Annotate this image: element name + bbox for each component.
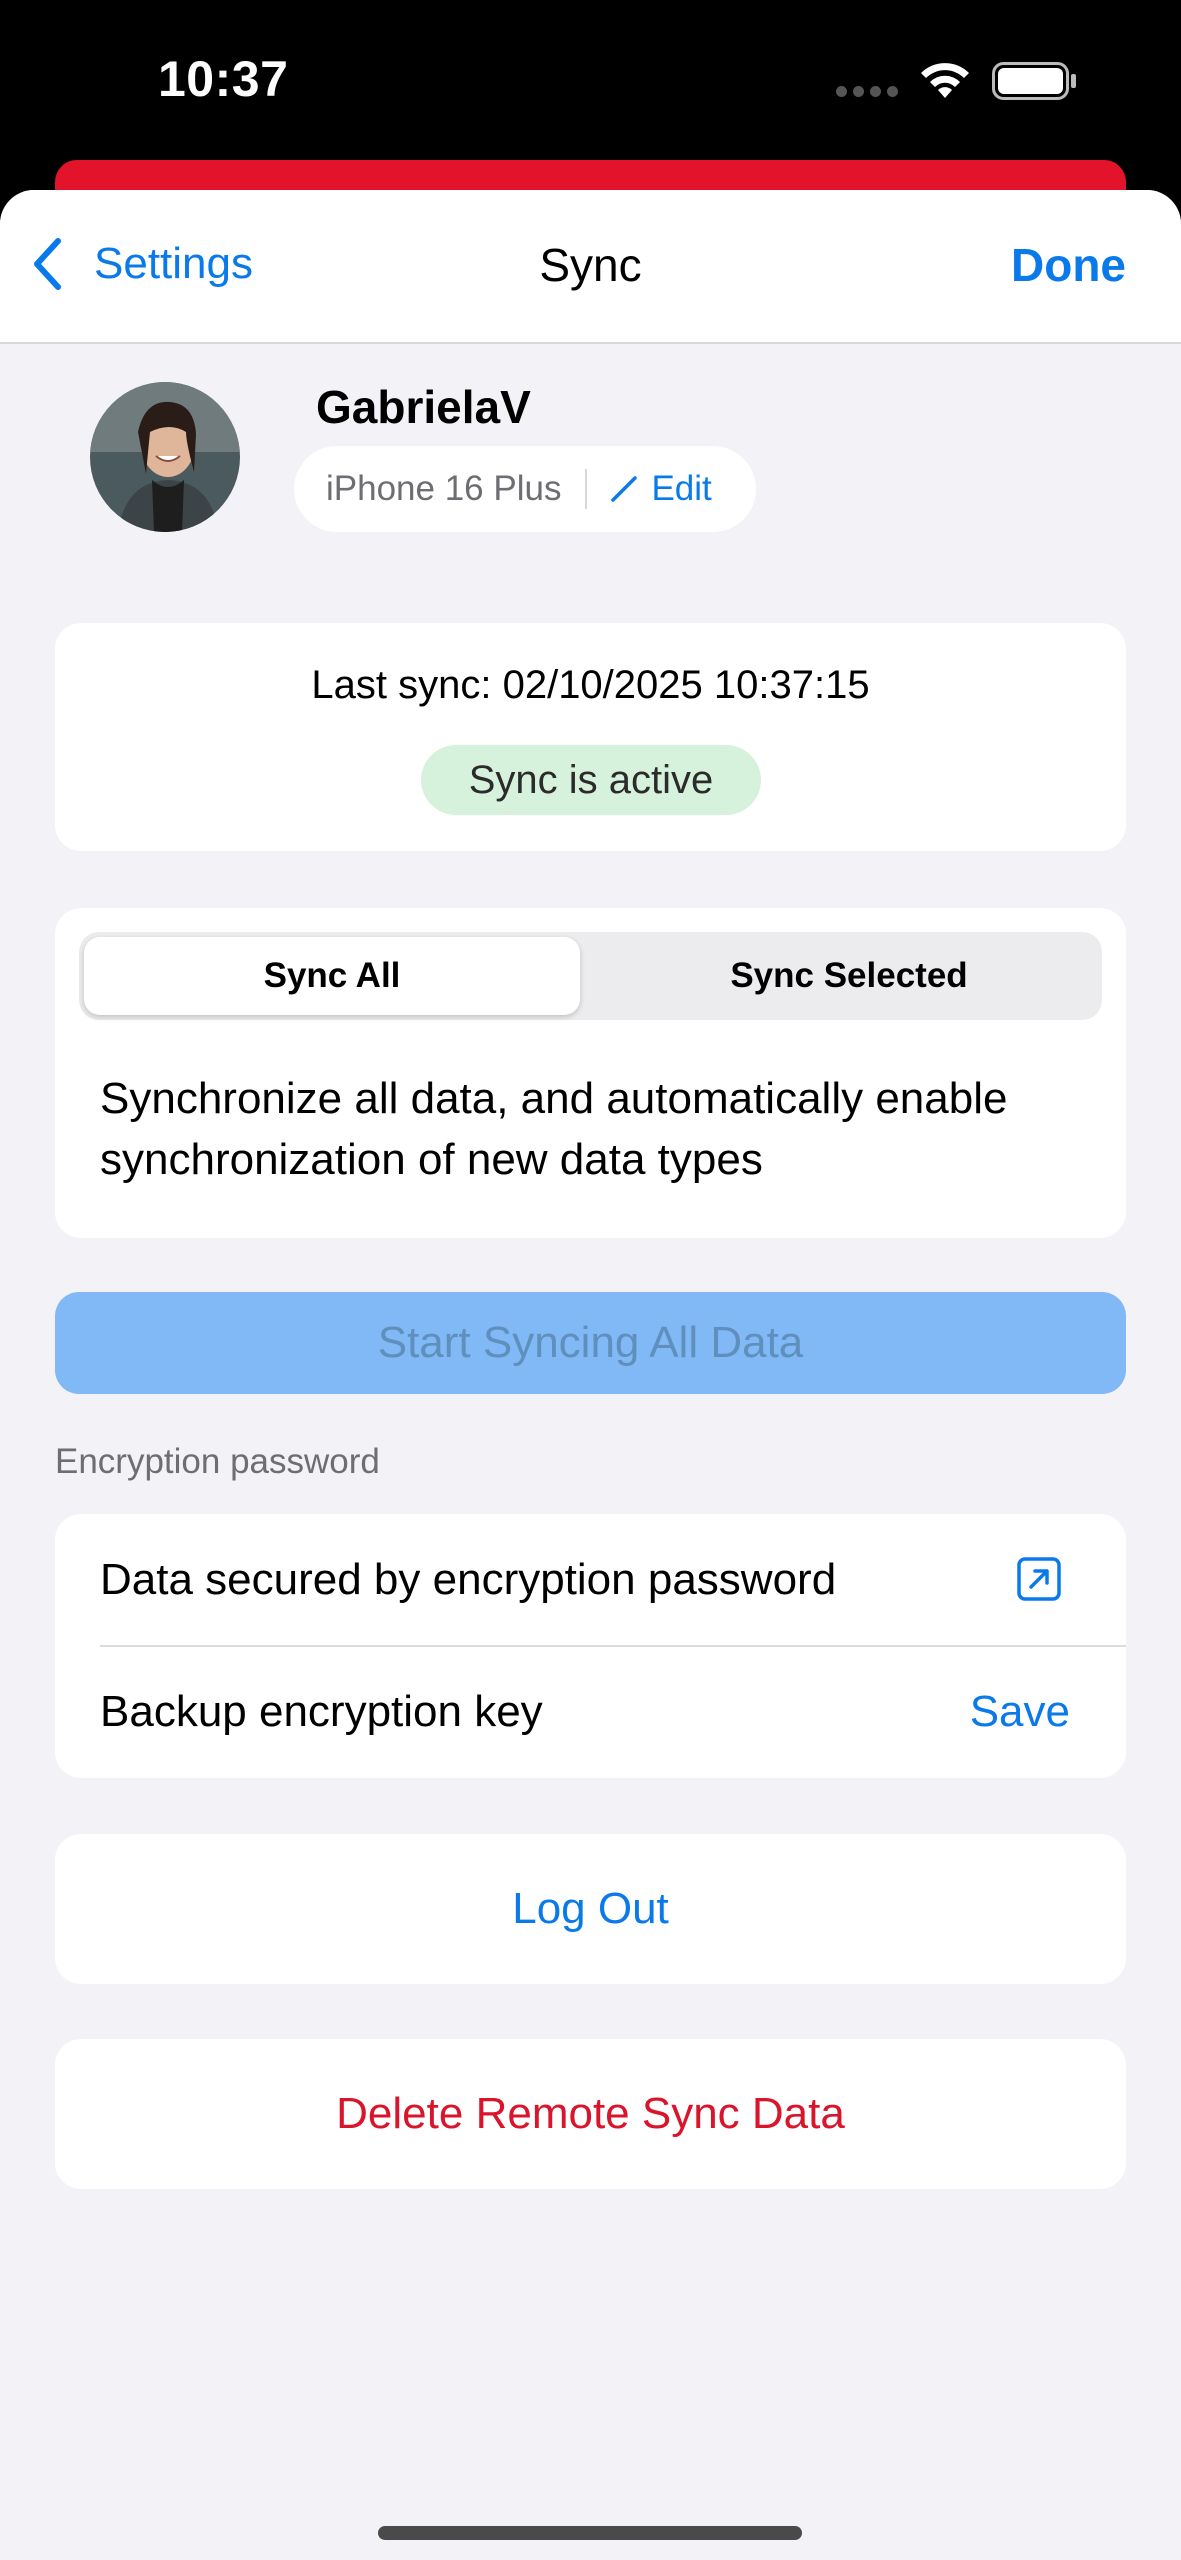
backup-key-label: Backup encryption key xyxy=(100,1687,543,1736)
edit-label: Edit xyxy=(651,469,712,508)
save-key-button[interactable]: Save xyxy=(970,1687,1070,1737)
status-badge: Sync is active xyxy=(421,745,761,815)
last-sync-text: Last sync: 02/10/2025 10:37:15 xyxy=(311,663,870,707)
home-indicator xyxy=(378,2526,802,2540)
done-button[interactable]: Done xyxy=(1011,238,1126,292)
sync-status-card: Last sync: 02/10/2025 10:37:15 Sync is a… xyxy=(55,623,1126,851)
log-out-button[interactable]: Log Out xyxy=(55,1834,1126,1984)
delete-remote-sync-data-button[interactable]: Delete Remote Sync Data xyxy=(55,2039,1126,2189)
external-link-icon[interactable] xyxy=(1016,1556,1062,1602)
sync-mode-card: Sync All Sync Selected Synchronize all d… xyxy=(55,908,1126,1238)
encryption-section-header: Encryption password xyxy=(55,1442,380,1481)
sync-sheet: Settings Sync Done GabrielaV iPhone 16 P… xyxy=(0,190,1181,2560)
sync-mode-description: Synchronize all data, and automatically … xyxy=(100,1074,1008,1184)
page-title: Sync xyxy=(539,239,642,291)
pencil-icon xyxy=(611,476,638,502)
start-syncing-button[interactable]: Start Syncing All Data xyxy=(55,1292,1126,1394)
device-name: iPhone 16 Plus xyxy=(326,469,562,508)
status-time: 10:37 xyxy=(158,51,289,107)
segment-sync-all[interactable]: Sync All xyxy=(84,937,580,1015)
navigation-bar: Settings Sync Done xyxy=(0,190,1181,344)
backup-key-row: Backup encryption key Save xyxy=(100,1646,1126,1778)
username: GabrielaV xyxy=(316,381,531,433)
edit-device-button[interactable]: Edit xyxy=(609,469,712,509)
cellular-signal-icon xyxy=(836,86,898,97)
encryption-password-label: Data secured by encryption password xyxy=(100,1555,837,1604)
avatar[interactable] xyxy=(90,382,240,532)
battery-icon xyxy=(992,62,1076,100)
segment-sync-selected[interactable]: Sync Selected xyxy=(601,937,1097,1015)
pill-divider xyxy=(585,469,588,509)
encryption-card: Data secured by encryption password Back… xyxy=(55,1514,1126,1778)
encryption-password-row[interactable]: Data secured by encryption password xyxy=(100,1514,1126,1646)
wifi-icon xyxy=(921,63,969,98)
device-pill: iPhone 16 Plus Edit xyxy=(294,446,756,532)
sync-mode-segmented-control: Sync All Sync Selected xyxy=(79,932,1102,1020)
